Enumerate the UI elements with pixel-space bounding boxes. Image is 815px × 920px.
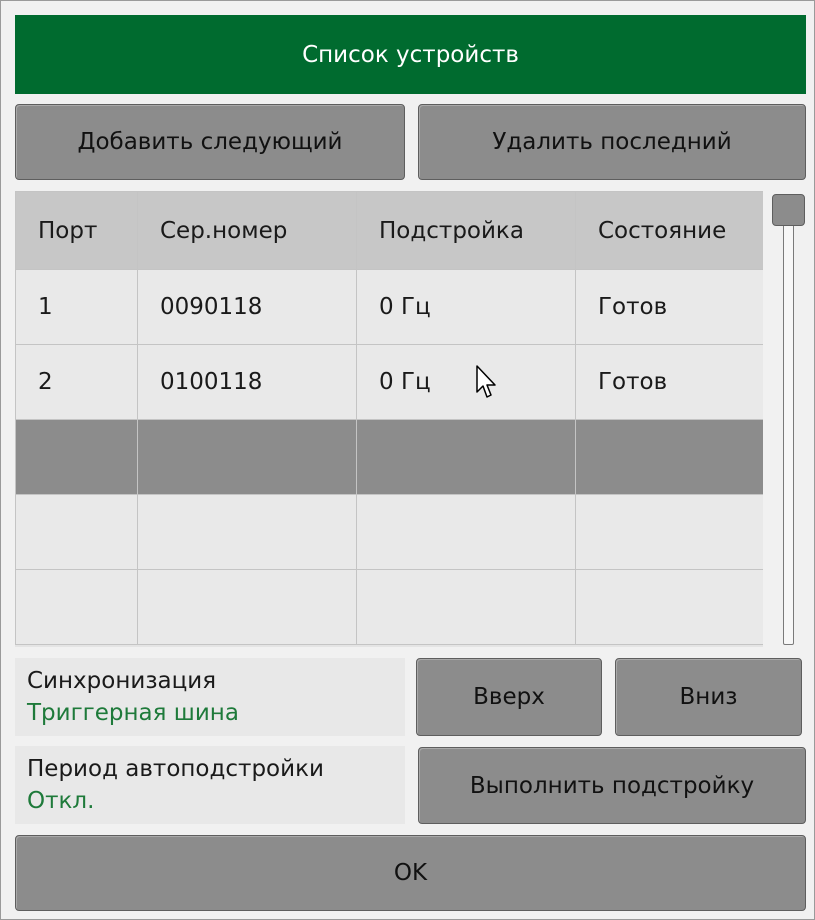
ok-button[interactable]: OK bbox=[15, 835, 806, 911]
table-scrollbar-track[interactable] bbox=[783, 197, 794, 645]
header-status: Состояние bbox=[575, 191, 763, 270]
cell-status bbox=[575, 569, 763, 645]
cell-port bbox=[15, 569, 138, 645]
table-row-selected[interactable] bbox=[15, 419, 763, 495]
cell-tuning bbox=[356, 569, 576, 645]
sync-label: Синхронизация bbox=[27, 668, 217, 694]
cell-tuning: 0 Гц bbox=[356, 269, 576, 345]
move-up-button[interactable]: Вверх bbox=[416, 658, 602, 736]
table-row[interactable] bbox=[15, 494, 763, 570]
cell-tuning: 0 Гц bbox=[356, 344, 576, 420]
device-list-dialog: Список устройств Добавить следующий Удал… bbox=[0, 0, 815, 920]
table-row[interactable]: 1 0090118 0 Гц Готов bbox=[15, 269, 763, 345]
cell-port: 1 bbox=[15, 269, 138, 345]
delete-last-button[interactable]: Удалить последний bbox=[418, 104, 806, 180]
cell-serial bbox=[137, 569, 357, 645]
autotune-period-value: Откл. bbox=[27, 788, 95, 814]
table-header-row: Порт Сер.номер Подстройка Состояние bbox=[15, 191, 763, 270]
table-scrollbar-thumb[interactable] bbox=[772, 194, 805, 226]
cell-port bbox=[15, 494, 138, 570]
sync-field[interactable]: Синхронизация Триггерная шина bbox=[15, 658, 405, 736]
cell-status bbox=[575, 419, 763, 495]
autotune-period-label: Период автоподстройки bbox=[27, 756, 324, 782]
add-next-button[interactable]: Добавить следующий bbox=[15, 104, 405, 180]
cell-port: 2 bbox=[15, 344, 138, 420]
cell-serial bbox=[137, 419, 357, 495]
device-table: Порт Сер.номер Подстройка Состояние 1 00… bbox=[15, 191, 763, 647]
cell-serial: 0090118 bbox=[137, 269, 357, 345]
header-serial: Сер.номер bbox=[137, 191, 357, 270]
table-row[interactable] bbox=[15, 569, 763, 645]
move-down-button[interactable]: Вниз bbox=[615, 658, 802, 736]
cell-tuning bbox=[356, 419, 576, 495]
header-port: Порт bbox=[15, 191, 138, 270]
cell-serial bbox=[137, 494, 357, 570]
cell-tuning bbox=[356, 494, 576, 570]
cell-port bbox=[15, 419, 138, 495]
dialog-title: Список устройств bbox=[15, 15, 806, 94]
sync-value: Триггерная шина bbox=[27, 700, 239, 726]
perform-tuning-button[interactable]: Выполнить подстройку bbox=[418, 747, 806, 824]
table-row[interactable]: 2 0100118 0 Гц Готов bbox=[15, 344, 763, 420]
header-tuning: Подстройка bbox=[356, 191, 576, 270]
autotune-period-field[interactable]: Период автоподстройки Откл. bbox=[15, 746, 405, 824]
cell-status bbox=[575, 494, 763, 570]
cell-status: Готов bbox=[575, 344, 763, 420]
cell-serial: 0100118 bbox=[137, 344, 357, 420]
cell-status: Готов bbox=[575, 269, 763, 345]
